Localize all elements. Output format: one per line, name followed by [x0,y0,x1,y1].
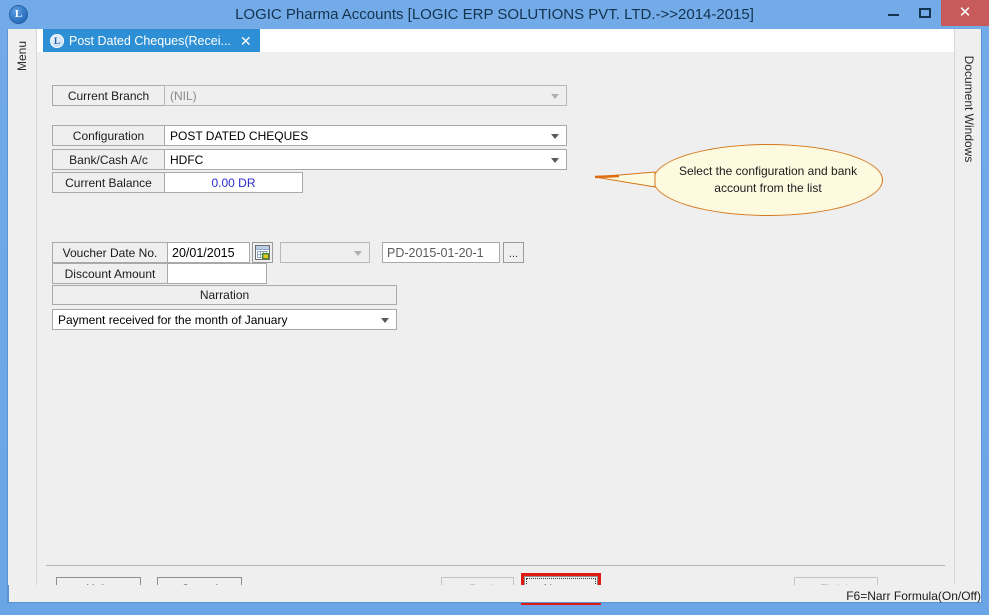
maximize-button[interactable] [909,0,941,26]
bank-cash-ac-value: HDFC [170,152,204,167]
calendar-picker-button[interactable] [252,242,273,263]
chevron-down-icon [551,133,559,139]
voucher-series-select[interactable] [280,242,370,263]
current-balance-value: 0.00 DR [164,172,303,193]
window-frame: LOGIC Pharma Accounts [LOGIC ERP SOLUTIO… [0,0,989,615]
form-page: Current Branch (NIL) Configuration POST … [37,52,954,605]
menu-panel-label: Menu [15,40,29,72]
callout-pointer-icon [595,171,656,188]
current-branch-label: Current Branch [52,85,164,106]
chevron-down-icon [551,93,559,99]
tab-post-dated-cheques[interactable]: Post Dated Cheques(Recei... ✕ [43,29,260,52]
discount-amount-input[interactable] [167,263,267,284]
title-bar: LOGIC Pharma Accounts [LOGIC ERP SOLUTIO… [0,0,989,29]
narration-header: Narration [52,285,397,305]
document-windows-panel-label: Document Windows [962,55,976,163]
voucher-number-browse-button[interactable]: ... [503,242,524,263]
window-title: LOGIC Pharma Accounts [LOGIC ERP SOLUTIO… [235,6,754,23]
voucher-number-input[interactable]: PD-2015-01-20-1 [382,242,500,263]
minimize-icon [888,14,899,16]
callout-text: Select the configuration and bank accoun… [678,164,858,195]
maximize-icon [919,8,931,18]
configuration-value: POST DATED CHEQUES [170,128,309,143]
configuration-select[interactable]: POST DATED CHEQUES [164,125,567,146]
document-windows-side-panel[interactable]: Document Windows [954,29,981,601]
discount-amount-label: Discount Amount [52,263,167,284]
tab-label: Post Dated Cheques(Recei... [69,33,231,48]
close-icon: ✕ [958,4,972,21]
tab-bar: Post Dated Cheques(Recei... ✕ [37,29,954,52]
chevron-down-icon [354,250,362,256]
menu-side-panel[interactable]: Menu [8,29,37,601]
configuration-label: Configuration [52,125,164,146]
close-button[interactable]: ✕ [941,0,989,26]
current-branch-value: (NIL) [170,88,197,103]
minimize-button[interactable] [877,0,909,26]
bank-cash-ac-select[interactable]: HDFC [164,149,567,170]
tab-app-icon [50,33,64,48]
footer-divider [46,565,945,566]
current-branch-select[interactable]: (NIL) [164,85,567,106]
inner-content-panel: Menu Document Windows Post Dated Cheques… [7,29,982,605]
window-controls: ✕ [877,0,989,26]
chevron-down-icon [381,317,389,323]
tab-close-icon[interactable]: ✕ [240,34,252,48]
status-bar [8,585,982,603]
voucher-date-input[interactable]: 20/01/2015 [167,242,250,263]
calendar-icon [255,245,270,260]
narration-value: Payment received for the month of Januar… [58,312,288,327]
narration-select[interactable]: Payment received for the month of Januar… [52,309,397,330]
status-hint: F6=Narr Formula(On/Off) [846,589,981,603]
application-window: LOGIC Pharma Accounts [LOGIC ERP SOLUTIO… [0,0,989,615]
callout-bubble: Select the configuration and bank accoun… [653,144,883,216]
chevron-down-icon [551,157,559,163]
bank-cash-ac-label: Bank/Cash A/c [52,149,164,170]
current-balance-label: Current Balance [52,172,164,193]
voucher-date-no-label: Voucher Date No. [52,242,167,263]
